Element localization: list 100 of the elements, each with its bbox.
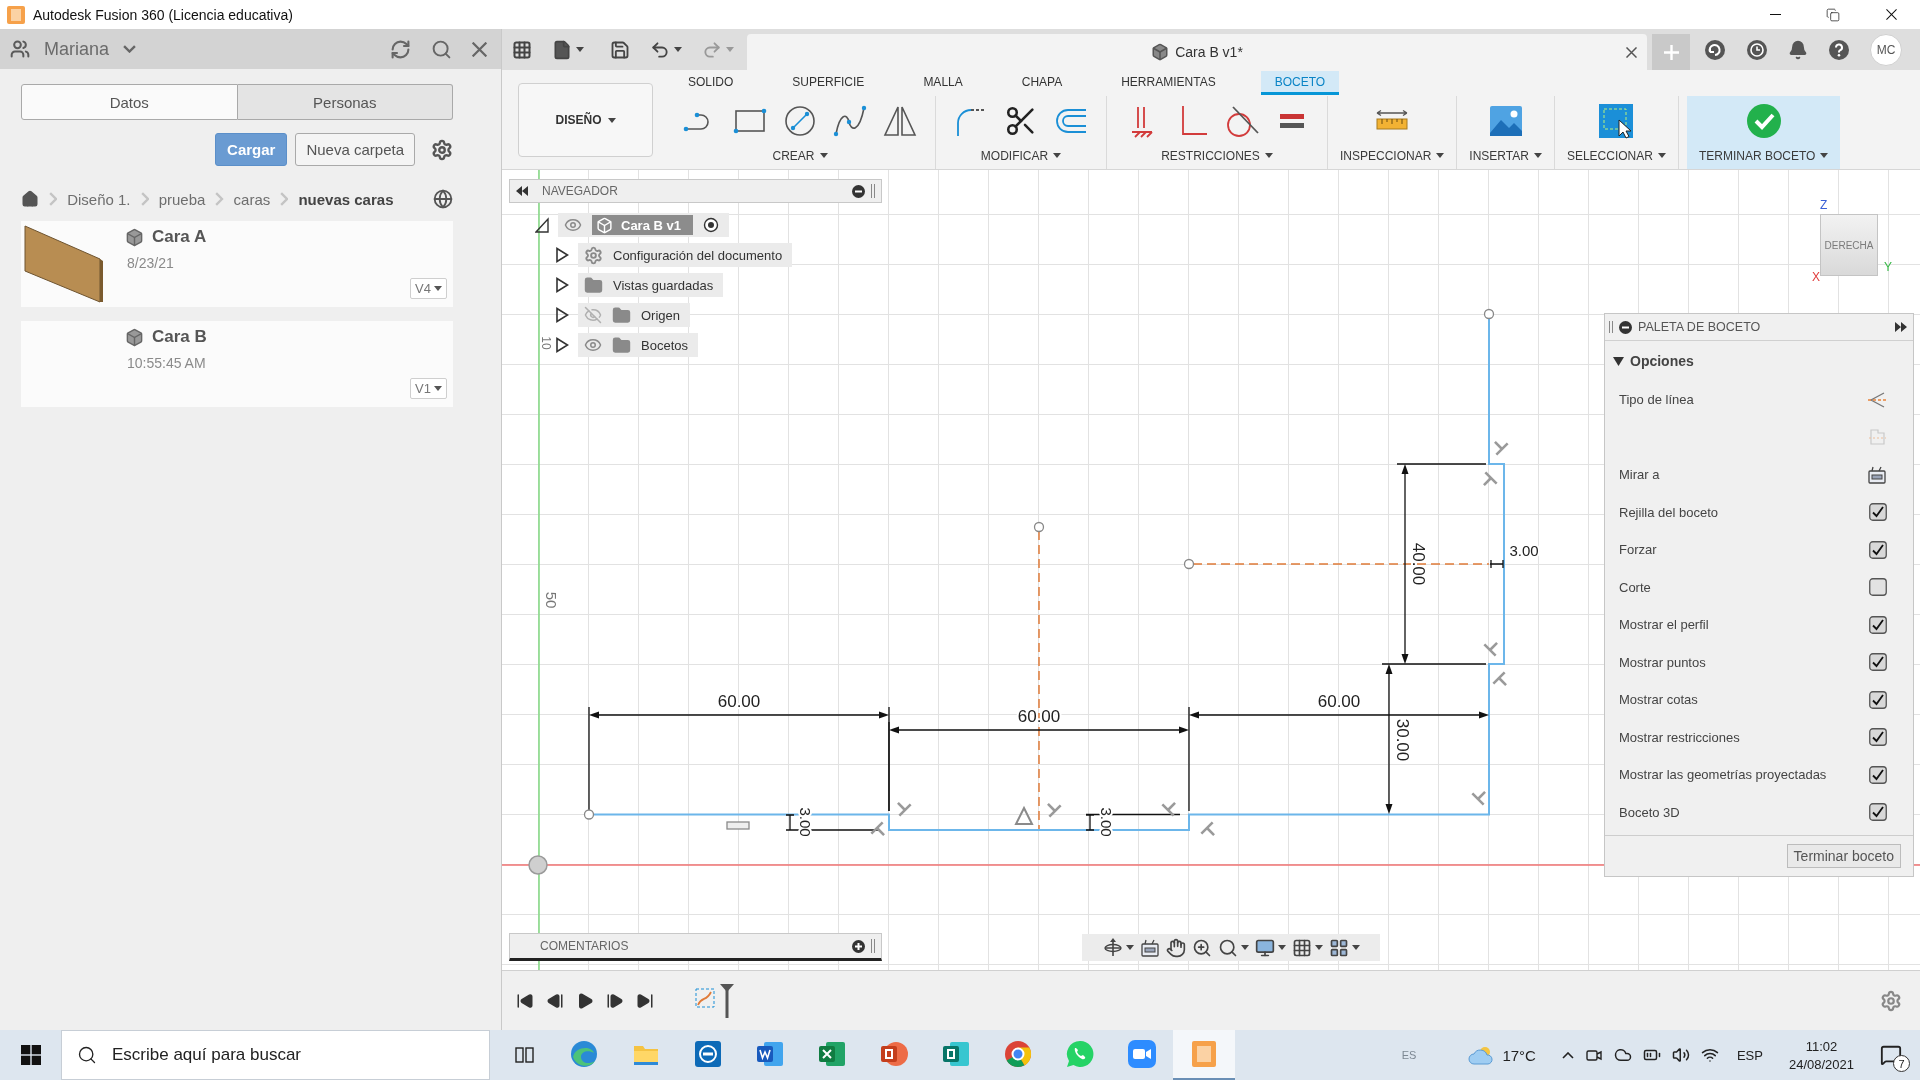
clock-date[interactable]: 24/08/2021 <box>1788 1056 1854 1072</box>
clock-icon[interactable] <box>1746 38 1768 61</box>
close-icon[interactable] <box>472 41 487 57</box>
panel-tab[interactable]: Personas <box>237 84 453 120</box>
tool-group-menu[interactable]: INSPECCIONAR <box>1338 148 1447 163</box>
caret-icon[interactable] <box>1240 945 1249 950</box>
home-icon[interactable] <box>21 190 39 208</box>
search-icon[interactable] <box>431 38 452 60</box>
expander-icon[interactable] <box>535 217 549 233</box>
caret-icon[interactable] <box>1351 945 1360 950</box>
checkbox[interactable] <box>1869 578 1887 597</box>
speaker-icon[interactable] <box>1671 1046 1690 1064</box>
close-icon[interactable] <box>1626 46 1637 58</box>
checkbox[interactable] <box>1869 728 1887 747</box>
check-circle-icon[interactable] <box>1745 102 1782 139</box>
collapse-icon[interactable] <box>852 184 865 198</box>
tool-group-menu[interactable]: CREAR <box>770 148 830 163</box>
finish-sketch-button[interactable]: Terminar boceto <box>1786 844 1901 868</box>
version-dropdown[interactable]: V4 <box>410 278 447 299</box>
grip-icon[interactable] <box>871 184 875 198</box>
play-icon[interactable] <box>576 991 594 1010</box>
tree-item[interactable]: Configuración del documento <box>578 243 793 267</box>
look-at-icon[interactable] <box>1867 464 1887 485</box>
tool-group-menu[interactable]: RESTRICCIONES <box>1159 148 1275 163</box>
panel-tab[interactable]: Datos <box>21 84 238 120</box>
breadcrumb-link[interactable]: Diseño 1. <box>67 190 131 208</box>
toolbar-tab[interactable]: CHAPA <box>1007 71 1077 95</box>
step-back-icon[interactable] <box>546 991 564 1010</box>
collapse-icon[interactable] <box>1619 320 1632 334</box>
viewports-icon[interactable] <box>1328 937 1349 958</box>
caret-icon[interactable] <box>576 47 584 52</box>
new-folder-button[interactable]: Nueva carpeta <box>295 133 415 166</box>
zoom-window-icon[interactable] <box>1217 937 1238 958</box>
tree-item[interactable]: Vistas guardadas <box>578 273 724 297</box>
caret-icon[interactable] <box>674 47 682 52</box>
checkbox[interactable] <box>1869 803 1887 822</box>
skip-forward-icon[interactable] <box>636 991 654 1010</box>
team-selector[interactable]: Mariana <box>44 38 137 60</box>
file-icon[interactable] <box>552 39 572 60</box>
notification-icon[interactable] <box>1880 1044 1902 1066</box>
expander-icon[interactable] <box>555 307 569 323</box>
caret-icon[interactable] <box>1125 945 1134 950</box>
toolbar-tab[interactable]: HERRAMIENTAS <box>1107 71 1230 95</box>
double-arrow-left-icon[interactable] <box>516 186 528 196</box>
grid-icon[interactable] <box>1291 937 1312 958</box>
breadcrumb-link[interactable]: caras <box>233 190 271 208</box>
checkbox[interactable] <box>1869 540 1887 559</box>
eye-icon[interactable] <box>564 216 582 234</box>
checkbox[interactable] <box>1869 765 1887 784</box>
checkbox[interactable] <box>1869 615 1887 634</box>
breadcrumb-link[interactable]: nuevas caras <box>298 190 394 208</box>
double-arrow-right-icon[interactable] <box>1895 322 1907 332</box>
settings-icon[interactable] <box>431 138 453 161</box>
expander-icon[interactable] <box>555 277 569 293</box>
timeline-marker-icon[interactable] <box>720 983 734 1018</box>
save-icon[interactable] <box>610 39 630 60</box>
eye-icon[interactable] <box>584 336 602 354</box>
clock-time[interactable]: 11:02 <box>1805 1038 1838 1054</box>
taskbar-app-button[interactable] <box>1173 1030 1235 1080</box>
checkbox[interactable] <box>1869 690 1887 709</box>
caret-icon[interactable] <box>1314 945 1323 950</box>
taskbar-search-field[interactable]: Escribe aquí para buscar <box>61 1030 490 1080</box>
grid-menu-icon[interactable] <box>512 39 532 60</box>
tool-group-menu[interactable]: TERMINAR BOCETO <box>1696 148 1831 163</box>
toolbar-tab[interactable]: SUPERFICIE <box>778 71 879 95</box>
file-card[interactable]: Cara B 10:55:45 AM V1 <box>21 321 453 407</box>
tool-group-menu[interactable]: SELECCIONAR <box>1564 148 1668 163</box>
tree-item[interactable]: Bocetos <box>578 333 698 357</box>
plus-circle-icon[interactable] <box>852 939 865 953</box>
input-language[interactable]: ESP <box>1736 1047 1763 1063</box>
toolbar-tab[interactable]: SOLIDO <box>674 71 748 95</box>
skip-back-icon[interactable] <box>516 991 534 1010</box>
orbit-icon[interactable] <box>1102 937 1123 958</box>
options-section-toggle[interactable]: Opciones <box>1605 341 1913 381</box>
view-cube[interactable]: DERECHA <box>1820 214 1878 276</box>
checkbox[interactable] <box>1869 503 1887 522</box>
help-icon[interactable] <box>1828 38 1850 61</box>
target-icon[interactable] <box>703 217 719 233</box>
expander-icon[interactable] <box>555 247 569 263</box>
tool-group-menu[interactable]: INSERTAR <box>1467 148 1544 163</box>
wifi-icon[interactable] <box>1700 1046 1719 1064</box>
file-card[interactable]: Cara A 8/23/21 V4 <box>21 221 453 307</box>
selection-icon[interactable] <box>1598 102 1635 139</box>
toolbar-tab[interactable]: MALLA <box>909 71 977 95</box>
look-at-icon[interactable] <box>1139 937 1160 958</box>
expander-icon[interactable] <box>555 337 569 353</box>
user-avatar[interactable]: MC <box>1870 33 1902 66</box>
chevron-up-icon[interactable] <box>1561 1051 1574 1059</box>
zoom-icon[interactable] <box>1191 937 1212 958</box>
pan-hand-icon[interactable] <box>1165 937 1186 958</box>
breadcrumb-link[interactable]: prueba <box>158 190 206 208</box>
checkbox[interactable] <box>1869 653 1887 672</box>
bell-icon[interactable] <box>1788 39 1808 60</box>
version-dropdown[interactable]: V1 <box>410 378 447 399</box>
undo-icon[interactable] <box>650 39 670 60</box>
display-icon[interactable] <box>1254 937 1275 958</box>
step-forward-icon[interactable] <box>606 991 624 1010</box>
refresh-icon[interactable] <box>390 38 411 60</box>
tree-item[interactable]: Origen <box>578 303 691 327</box>
workspace-dropdown[interactable]: DISEÑO <box>518 83 653 157</box>
